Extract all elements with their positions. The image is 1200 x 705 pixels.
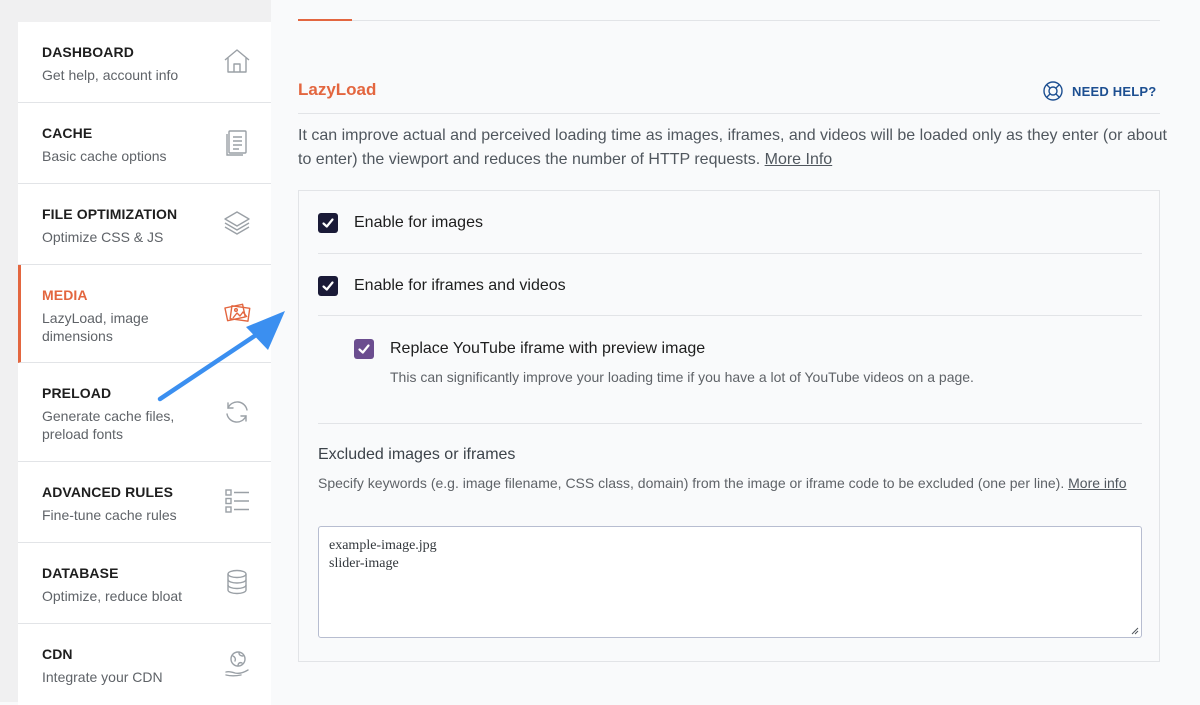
sidebar-item-subtitle: Get help, account info	[42, 67, 179, 83]
layers-icon	[221, 207, 253, 239]
section-divider	[298, 113, 1160, 114]
youtube-preview-checkbox[interactable]	[354, 339, 374, 359]
sidebar-item-title: DASHBOARD	[42, 44, 134, 60]
sidebar-item-title: CDN	[42, 646, 73, 662]
database-icon	[221, 566, 253, 598]
tabs-divider	[298, 20, 1160, 21]
sidebar-item-title: DATABASE	[42, 565, 119, 581]
need-help-label: NEED HELP?	[1072, 83, 1157, 99]
sidebar-item-title: MEDIA	[42, 287, 88, 303]
main-content: LazyLoad NEED HELP? It can improve actua…	[271, 0, 1200, 702]
sidebar-item-title: PRELOAD	[42, 385, 112, 401]
option-divider	[318, 315, 1142, 316]
checklist-icon	[221, 485, 253, 517]
excluded-description-text: Specify keywords (e.g. image filename, C…	[318, 475, 1069, 491]
sidebar-item-title: ADVANCED RULES	[42, 484, 174, 500]
sidebar-item-dashboard[interactable]: DASHBOARD Get help, account info	[18, 22, 271, 103]
more-info-link[interactable]: More Info	[765, 151, 833, 168]
enable-images-label: Enable for images	[354, 214, 483, 231]
sidebar-item-subtitle: Integrate your CDN	[42, 669, 163, 685]
sidebar-item-cdn[interactable]: CDN Integrate your CDN	[18, 624, 271, 705]
home-icon	[221, 45, 253, 77]
checkmark-icon	[322, 281, 334, 291]
sidebar-item-subtitle: Basic cache options	[42, 148, 167, 164]
excluded-more-info-link[interactable]: More info	[1068, 475, 1126, 491]
enable-images-checkbox[interactable]	[318, 213, 338, 233]
sidebar-item-cache[interactable]: CACHE Basic cache options	[18, 103, 271, 184]
checkmark-icon	[322, 218, 334, 228]
resize-handle-icon[interactable]	[1129, 625, 1139, 635]
enable-iframes-label: Enable for iframes and videos	[354, 277, 566, 294]
sidebar-item-subtitle: LazyLoad, image	[42, 310, 149, 326]
excluded-textarea[interactable]: example-image.jpg slider-image	[318, 526, 1142, 638]
option-divider	[318, 253, 1142, 254]
sidebar-item-subtitle: Optimize CSS & JS	[42, 229, 164, 245]
option-enable-iframes[interactable]: Enable for iframes and videos	[318, 276, 566, 296]
sidebar-item-file-optimization[interactable]: FILE OPTIMIZATION Optimize CSS & JS	[18, 184, 271, 265]
sidebar-item-subtitle: Fine-tune cache rules	[42, 507, 177, 523]
sidebar-item-advanced-rules[interactable]: ADVANCED RULES Fine-tune cache rules	[18, 462, 271, 543]
document-icon	[221, 126, 253, 158]
sidebar-item-subtitle: preload fonts	[42, 426, 123, 442]
youtube-preview-label: Replace YouTube iframe with preview imag…	[390, 340, 706, 357]
section-description-text: It can improve actual and perceived load…	[298, 127, 1167, 168]
option-youtube-preview[interactable]: Replace YouTube iframe with preview imag…	[354, 339, 705, 359]
excluded-line: example-image.jpg	[329, 538, 437, 553]
excluded-title: Excluded images or iframes	[318, 446, 516, 463]
excluded-line: slider-image	[329, 556, 399, 571]
lifebuoy-icon	[1042, 80, 1064, 102]
sidebar-item-title: CACHE	[42, 125, 93, 141]
excluded-description: Specify keywords (e.g. image filename, C…	[318, 472, 1142, 494]
sidebar-item-database[interactable]: DATABASE Optimize, reduce bloat	[18, 543, 271, 624]
option-enable-images[interactable]: Enable for images	[318, 213, 483, 233]
enable-iframes-checkbox[interactable]	[318, 276, 338, 296]
option-divider	[318, 423, 1142, 424]
lazyload-options-panel: Enable for images Enable for iframes and…	[298, 190, 1160, 662]
active-tab-indicator	[298, 19, 352, 21]
globe-hand-icon	[221, 647, 253, 679]
sidebar-item-subtitle: dimensions	[42, 328, 113, 344]
checkmark-icon	[358, 344, 370, 354]
need-help-link[interactable]: NEED HELP?	[1042, 79, 1156, 103]
section-title: LazyLoad	[298, 80, 377, 99]
sidebar-item-title: FILE OPTIMIZATION	[42, 206, 178, 222]
annotation-arrow-icon	[157, 311, 285, 402]
youtube-preview-note: This can significantly improve your load…	[390, 369, 974, 385]
sidebar-item-subtitle: Optimize, reduce bloat	[42, 588, 183, 604]
section-description: It can improve actual and perceived load…	[298, 124, 1168, 172]
sidebar-item-subtitle: Generate cache files,	[42, 408, 175, 424]
